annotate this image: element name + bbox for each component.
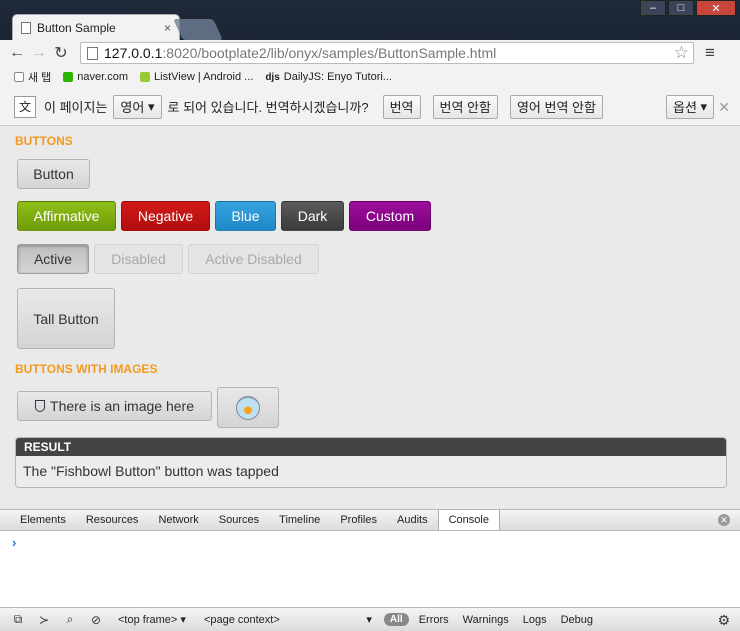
affirmative-button[interactable]: Affirmative [17,201,116,231]
active-button[interactable]: Active [17,244,89,274]
minimize-icon[interactable]: – [640,0,666,16]
no-translate-button[interactable]: 번역 안함 [432,94,498,119]
translate-icon: 文 [14,95,36,118]
search-icon[interactable]: ⌕ [60,612,80,627]
fishbowl-icon [236,395,260,420]
tab-profiles[interactable]: Profiles [330,510,387,530]
page-info-icon[interactable] [87,46,98,60]
section-images-heading: BUTTONS WITH IMAGES [15,362,158,376]
console-prompt-icon: › [12,535,17,550]
custom-button[interactable]: Custom [349,201,431,231]
result-panel: RESULT The "Fishbowl Button" button was … [15,437,727,488]
tab-title: Button Sample [37,20,116,35]
bookmarks-bar: 새 탭 naver.com ListView | Android ... djs… [0,66,740,88]
new-tab-button[interactable] [173,19,223,40]
bookmark-listview[interactable]: ListView | Android ... [140,71,253,83]
devtools-tabbar: Elements Resources Network Sources Timel… [0,509,740,531]
tall-button[interactable]: Tall Button [17,288,115,349]
result-message: The "Fishbowl Button" button was tapped [23,463,279,479]
tab-elements[interactable]: Elements [10,510,76,530]
browser-tab[interactable]: Button Sample × [12,14,180,40]
frame-select[interactable]: <top frame> ▾ [118,613,186,627]
dailyjs-icon: djs [265,71,280,83]
dark-button[interactable]: Dark [281,201,344,231]
result-title: RESULT [16,438,726,456]
console-area[interactable]: › [0,531,740,607]
negative-button[interactable]: Negative [121,201,210,231]
bookmark-new-tab[interactable]: 새 탭 [14,69,51,85]
close-icon[interactable]: ✕ [718,99,730,116]
window-controls: – □ ✕ [640,0,736,16]
chevron-down-icon: ▾ [700,98,708,114]
blue-button[interactable]: Blue [215,201,276,231]
dock-icon[interactable]: ⧉ [8,612,28,627]
page-icon [14,72,24,82]
chevron-down-icon: ▾ [147,98,155,114]
close-icon[interactable]: ✕ [718,514,730,526]
never-translate-button[interactable]: 영어 번역 안함 [509,94,603,119]
url-host: 127.0.0.1 [104,45,163,61]
image-button[interactable]: There is an image here [17,391,212,421]
context-select[interactable]: <page context> ▾ [204,613,372,627]
tab-sources[interactable]: Sources [209,510,269,530]
bookmark-naver[interactable]: naver.com [63,71,128,83]
button-button[interactable]: Button [17,159,90,189]
bookmark-star-icon[interactable]: ☆ [674,43,689,63]
devtools-statusbar: ⧉ ≻ ⌕ ⊘ <top frame> ▾ <page context> ▾ Al… [0,607,740,631]
translate-message-end: 로 되어 있습니다. 번역하시겠습니까? [167,100,369,115]
page-content: BUTTONS Button Affirmative Negative Blue… [0,126,740,509]
tab-console[interactable]: Console [437,510,500,530]
bookmark-dailyjs[interactable]: djs DailyJS: Enyo Tutori... [265,71,392,83]
shield-icon [35,400,46,412]
options-button[interactable]: 옵션 ▾ [666,94,715,119]
naver-icon [63,72,74,82]
section-buttons-heading: BUTTONS [15,134,73,148]
disabled-button[interactable]: Disabled [94,244,183,274]
window-titlebar: Button Sample × – □ ✕ [0,0,740,40]
chevron-down-icon: ▾ [366,614,372,626]
gear-icon[interactable]: ⚙ [717,612,730,629]
fishbowl-button[interactable] [217,387,279,428]
chevron-down-icon: ▾ [180,614,186,626]
translate-message-start: 이 페이지는 [44,100,108,115]
window-close-icon[interactable]: ✕ [696,0,736,16]
back-icon[interactable]: ← [6,44,28,62]
filter-errors[interactable]: Errors [419,614,449,626]
filter-warnings[interactable]: Warnings [463,614,509,626]
android-icon [140,72,151,82]
clear-console-icon[interactable]: ⊘ [86,613,106,627]
page-icon [21,21,31,34]
address-bar[interactable]: 127.0.0.1:8020/bootplate2/lib/onyx/sampl… [80,42,694,64]
toolbar: ← → ↻ 127.0.0.1:8020/bootplate2/lib/onyx… [0,40,740,66]
reload-icon[interactable]: ↻ [50,43,72,63]
tab-resources[interactable]: Resources [76,510,149,530]
active-disabled-button[interactable]: Active Disabled [188,244,319,274]
filter-logs[interactable]: Logs [523,614,547,626]
forward-icon[interactable]: → [28,44,50,62]
url-path: :8020/bootplate2/lib/onyx/samples/Button… [162,45,497,61]
translate-bar: 文 이 페이지는 영어 ▾ 로 되어 있습니다. 번역하시겠습니까? 번역 번역… [0,88,740,126]
tab-close-icon[interactable]: × [164,21,171,35]
tab-timeline[interactable]: Timeline [269,510,330,530]
filter-debug[interactable]: Debug [561,614,593,626]
tab-network[interactable]: Network [148,510,208,530]
tab-audits[interactable]: Audits [387,510,438,530]
maximize-icon[interactable]: □ [668,0,694,16]
language-select[interactable]: 영어 ▾ [113,94,162,119]
menu-icon[interactable]: ≡ [698,43,722,63]
translate-button[interactable]: 번역 [382,94,421,119]
filter-all[interactable]: All [383,613,409,626]
console-drawer-icon[interactable]: ≻ [34,613,54,627]
